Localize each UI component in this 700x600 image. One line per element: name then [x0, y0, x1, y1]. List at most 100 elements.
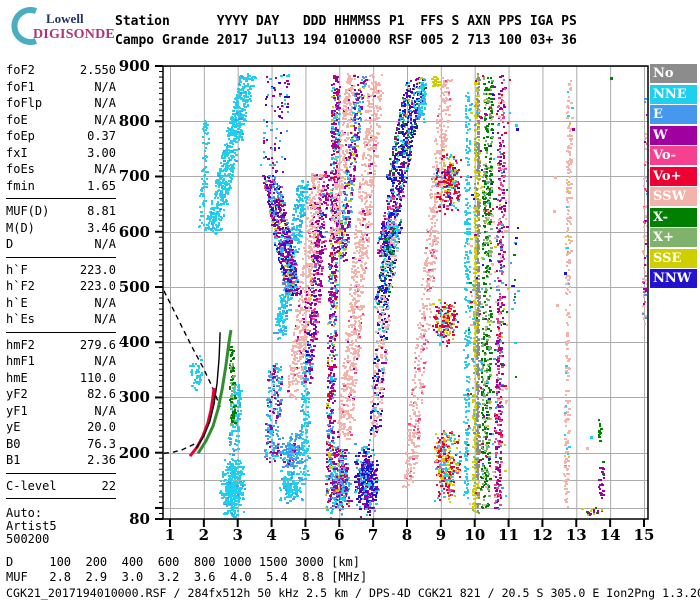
param-value: N/A [94, 403, 116, 418]
param-label: MUF(D) [6, 204, 50, 218]
param-value: 20.0 [87, 420, 116, 434]
param-label: M(D) [6, 220, 35, 235]
x-axis-label-2: 2 [198, 526, 210, 544]
x-axis-label-3: 3 [232, 526, 243, 544]
legend-item-e: E [650, 105, 697, 124]
param-label: yF1 [6, 403, 28, 418]
param-label: fxI [6, 145, 28, 160]
x-axis-label-8: 8 [401, 526, 413, 544]
param-row-yf1: yF1 N/A [6, 403, 116, 420]
legend-item-x+: X+ [650, 228, 697, 247]
param-row-hmf1: hmF1 N/A [6, 353, 116, 370]
param-row-hf2: h`F2 223.0 [6, 278, 116, 295]
param-separator [6, 256, 116, 258]
param-row-yf2: yF2 82.6 [6, 386, 116, 403]
param-label: hmE [6, 370, 28, 385]
param-value: N/A [94, 162, 116, 176]
header-line-2: Campo Grande 2017 Jul13 194 010000 RSF 0… [115, 33, 577, 48]
legend-item-nnw: NNW [650, 269, 697, 288]
param-value: N/A [94, 96, 116, 110]
lowell-digisonde-logo: Lowell DIGISONDE [6, 4, 116, 46]
param-label: h`Es [6, 312, 35, 326]
y-axis-label-800: 800 [118, 112, 150, 131]
y-axis-label-200: 200 [118, 443, 150, 462]
x-axis-label-11: 11 [498, 526, 519, 544]
muf-frequency-row: MUF 2.8 2.9 3.0 3.2 3.6 4.0 5.4 8.8 [MHz… [6, 570, 368, 584]
param-separator [6, 331, 116, 333]
param-label: fmin [6, 178, 35, 193]
param-value: N/A [94, 112, 116, 127]
param-value: 3.00 [87, 145, 116, 160]
param-label: foEs [6, 162, 35, 176]
param-value: 110.0 [79, 370, 116, 385]
param-row-d: D N/A [6, 236, 116, 253]
param-label: foEp [6, 129, 35, 143]
param-label: foE [6, 112, 28, 127]
param-row-foe: foE N/A [6, 112, 116, 129]
x-axis-label-4: 4 [266, 526, 277, 544]
y-axis-label-600: 600 [118, 222, 150, 241]
muf-distance-row: D 100 200 400 600 800 1000 1500 3000 [km… [6, 555, 361, 569]
scaled-parameters-panel: foF2 2.550 foF1 N/A foFlp N/A foE N/A foEp 0.37 fx… [6, 62, 116, 546]
param-row-foep: foEp 0.37 [6, 128, 116, 145]
param-label: C-level [6, 478, 57, 493]
x-axis-label-10: 10 [464, 526, 486, 544]
param-value: N/A [94, 237, 116, 251]
param-value: 3.46 [87, 220, 116, 235]
param-label: foF1 [6, 79, 35, 94]
legend-item-w: W [650, 125, 697, 145]
legend-item-x-: X- [650, 207, 697, 227]
legend-item-vo+: Vo+ [650, 166, 697, 186]
y-axis-label-400: 400 [118, 333, 150, 352]
param-value: 2.36 [87, 453, 116, 467]
param-row-hmf2: hmF2 279.6 [6, 337, 116, 354]
param-row-md: M(D) 3.46 [6, 220, 116, 237]
param-row-b1: B1 2.36 [6, 452, 116, 469]
echo-status-legend: No ValNNEEWVo-Vo+SSWX-X+SSENNW [650, 64, 697, 288]
param-value: N/A [94, 79, 116, 94]
x-axis-label-5: 5 [300, 526, 311, 544]
param-label: hmF2 [6, 337, 35, 352]
param-row-ye: yE 20.0 [6, 419, 116, 436]
logo-text-digisonde: DIGISONDE [33, 27, 115, 42]
file-info-row: CGK21_2017194010000.RSF / 284fx512h 50 k… [6, 586, 700, 600]
param-separator [6, 472, 116, 474]
param-label: foFlp [6, 96, 43, 110]
param-value: 1.65 [87, 178, 116, 193]
header-line-1: Station YYYY DAY DDD HHMMSS P1 FFS S AXN… [115, 14, 577, 29]
param-label: h`F [6, 262, 28, 277]
logo-text-lowell: Lowell [46, 11, 84, 26]
autoscaling-line: 500200 [6, 532, 50, 546]
param-value: 0.37 [87, 129, 116, 143]
param-value: 279.6 [79, 337, 116, 352]
param-value: 2.550 [79, 63, 116, 77]
digisonde-ionogram-window: { "logo": {"line1": "Lowell", "line2": "… [0, 0, 700, 600]
legend-item-vo-: Vo- [650, 146, 697, 165]
measurement-header: Station YYYY DAY DDD HHMMSS P1 FFS S AXN… [115, 12, 577, 50]
param-label: hmF1 [6, 354, 35, 368]
y-axis-label-900: 900 [118, 57, 150, 75]
x-axis-label-14: 14 [599, 526, 621, 544]
param-separator [6, 198, 116, 199]
x-axis-label-6: 6 [334, 526, 345, 544]
x-axis-label-9: 9 [435, 526, 447, 544]
legend-item-nne: NNE [650, 84, 697, 104]
x-axis-label-12: 12 [531, 526, 553, 544]
param-row-mufd: MUF(D) 8.81 [6, 203, 116, 220]
x-axis-label-7: 7 [367, 526, 379, 544]
param-label: yF2 [6, 387, 28, 401]
param-value: 8.81 [87, 204, 116, 218]
legend-item-noval: No Val [650, 64, 697, 100]
param-value: N/A [94, 312, 116, 326]
param-row-clevel: C-level 22 [6, 478, 116, 495]
x-axis-label-13: 13 [565, 526, 587, 544]
param-value: 76.3 [87, 436, 116, 451]
param-row-fmin: fmin 1.65 [6, 178, 116, 195]
param-value: N/A [94, 354, 116, 368]
y-axis-label-700: 700 [118, 167, 150, 186]
param-row-foflp: foFlp N/A [6, 95, 116, 112]
param-row-hme: hmE 110.0 [6, 370, 116, 387]
param-label: D [6, 237, 14, 251]
param-value: 223.0 [79, 262, 116, 277]
param-label: h`F2 [6, 279, 35, 293]
